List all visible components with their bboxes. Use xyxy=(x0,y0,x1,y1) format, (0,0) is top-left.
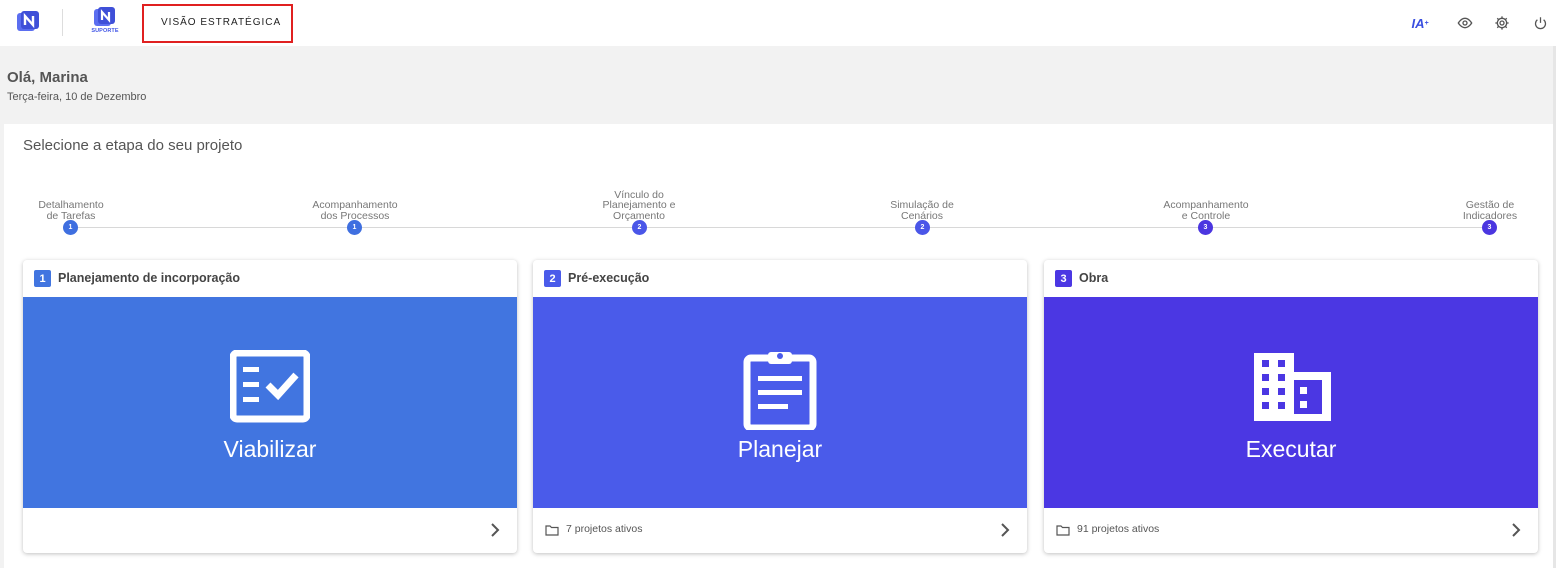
card-footer[interactable]: 91 projetos ativos xyxy=(1044,508,1538,553)
step-gestao[interactable]: Gestão de Indicadores xyxy=(1440,178,1540,221)
active-projects-count: 91 projetos ativos xyxy=(1077,523,1160,535)
step-label: Detalhamento de Tarefas xyxy=(38,199,104,222)
nav-tab-visao-estrategica[interactable]: VISÃO ESTRATÉGICA xyxy=(142,4,293,43)
card-planejar[interactable]: 2 Pré-execução Planejar 7 projetos ativo… xyxy=(533,260,1027,553)
stepper-line xyxy=(70,227,1490,228)
card-executar[interactable]: 3 Obra Executar 91 projetos ativos xyxy=(1044,260,1538,553)
eye-icon xyxy=(1457,17,1473,29)
card-body-executar[interactable]: Executar xyxy=(1044,297,1538,508)
chevron-right-icon[interactable] xyxy=(1510,522,1522,538)
ia-sup: + xyxy=(1424,19,1429,27)
logout-button[interactable] xyxy=(1529,12,1551,34)
card-title: Planejamento de incorporação xyxy=(58,271,240,285)
step-label: Gestão de Indicadores xyxy=(1462,199,1518,222)
card-body-viabilizar[interactable]: Viabilizar xyxy=(23,297,517,508)
power-icon xyxy=(1534,16,1546,29)
step-vinculo[interactable]: Vínculo do Planejamento e Orçamento xyxy=(589,178,689,221)
card-header: 3 Obra xyxy=(1044,260,1538,297)
step-detalhamento[interactable]: Detalhamento de Tarefas xyxy=(21,178,121,221)
building-icon xyxy=(1254,353,1331,421)
step-label: Acompanhamento dos Processos xyxy=(312,199,398,222)
card-action-label: Executar xyxy=(1245,436,1337,462)
step-dot[interactable]: 2 xyxy=(915,220,930,235)
card-footer[interactable] xyxy=(23,508,517,553)
card-body-planejar[interactable]: Planejar xyxy=(533,297,1027,508)
chevron-right-icon[interactable] xyxy=(999,522,1011,538)
ia-button[interactable]: IA + xyxy=(1409,12,1431,34)
step-acompanhamento-processos[interactable]: Acompanhamento dos Processos xyxy=(305,178,405,221)
step-dot[interactable]: 3 xyxy=(1198,220,1213,235)
suporte-label: SUPORTE xyxy=(91,28,119,34)
ia-label: IA xyxy=(1411,15,1425,31)
panel-title: Selecione a etapa do seu projeto xyxy=(23,137,243,154)
card-title: Pré-execução xyxy=(568,271,650,285)
step-dot[interactable]: 2 xyxy=(632,220,647,235)
chevron-right-icon[interactable] xyxy=(489,522,501,538)
app-logo-icon[interactable] xyxy=(17,11,39,33)
header-divider xyxy=(62,9,63,36)
top-bar: SUPORTE VISÃO ESTRATÉGICA IA + xyxy=(0,0,1556,46)
card-number-badge: 2 xyxy=(544,270,561,287)
step-simulacao[interactable]: Simulação de Cenários xyxy=(872,178,972,221)
settings-button[interactable] xyxy=(1491,12,1513,34)
clipboard-icon xyxy=(743,352,817,430)
step-dot[interactable]: 1 xyxy=(63,220,78,235)
greeting-title: Olá, Marina xyxy=(7,69,88,86)
card-action-label: Planejar xyxy=(737,436,823,462)
card-number-badge: 1 xyxy=(34,270,51,287)
gear-icon xyxy=(1495,16,1509,30)
suporte-logo[interactable]: SUPORTE xyxy=(90,7,120,37)
greeting-date: Terça-feira, 10 de Dezembro xyxy=(7,91,147,103)
step-label: Acompanhamento e Controle xyxy=(1163,199,1249,222)
visibility-button[interactable] xyxy=(1454,12,1476,34)
step-label: Vínculo do Planejamento e Orçamento xyxy=(602,188,676,222)
step-dot[interactable]: 1 xyxy=(347,220,362,235)
card-number-badge: 3 xyxy=(1055,270,1072,287)
step-dot[interactable]: 3 xyxy=(1482,220,1497,235)
card-viabilizar[interactable]: 1 Planejamento de incorporação Viabiliza… xyxy=(23,260,517,553)
card-action-label: Viabilizar xyxy=(223,436,317,462)
folder-icon xyxy=(545,525,559,536)
checklist-icon xyxy=(230,350,310,423)
main-panel: Selecione a etapa do seu projeto Detalha… xyxy=(4,124,1556,568)
step-label: Simulação de Cenários xyxy=(890,199,954,222)
card-footer[interactable]: 7 projetos ativos xyxy=(533,508,1027,553)
folder-icon xyxy=(1056,525,1070,536)
card-header: 2 Pré-execução xyxy=(533,260,1027,297)
card-header: 1 Planejamento de incorporação xyxy=(23,260,517,297)
active-projects-count: 7 projetos ativos xyxy=(566,523,643,535)
card-title: Obra xyxy=(1079,271,1109,285)
step-acompanhamento-controle[interactable]: Acompanhamento e Controle xyxy=(1156,178,1256,221)
suporte-logo-icon xyxy=(94,7,115,26)
